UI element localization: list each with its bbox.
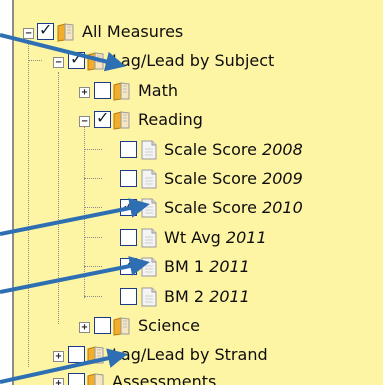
expand-toggle-icon[interactable]: +: [79, 322, 90, 333]
collapse-toggle-icon[interactable]: −: [53, 57, 64, 68]
tree-leaf-scale-score-2009[interactable]: Scale Score 2009: [14, 169, 374, 193]
tree-node-label: Assessments: [112, 372, 217, 385]
checkbox-bm1-2011[interactable]: ✓: [120, 255, 137, 275]
tree-node-lag-lead-by-subject[interactable]: − ✓ Lag/Lead by Subject: [14, 49, 374, 75]
tree-node-all-measures[interactable]: − ✓ All Measures: [14, 20, 374, 46]
checkbox-science[interactable]: [94, 317, 111, 334]
checkbox-math[interactable]: [94, 82, 111, 99]
check-mark-icon: ✓: [39, 20, 53, 39]
checkbox-lag-lead-by-subject[interactable]: ✓: [68, 49, 85, 69]
folder-icon: [57, 23, 74, 42]
document-icon: [141, 287, 157, 307]
tree-leaf-label: BM 1 2011: [164, 257, 250, 276]
checkbox-reading[interactable]: ✓: [94, 108, 111, 128]
tree-node-science[interactable]: + Science: [14, 316, 374, 340]
expand-toggle-icon[interactable]: +: [53, 378, 64, 385]
tree-node-reading[interactable]: − ✓ Reading: [14, 108, 374, 134]
expand-toggle-icon[interactable]: +: [53, 351, 64, 362]
checkbox-scale-score-2010[interactable]: ✓: [120, 196, 137, 216]
checkbox-lag-lead-by-strand[interactable]: [68, 346, 85, 363]
checkbox-scale-score-2009[interactable]: [120, 170, 137, 187]
tree-node-assessments[interactable]: + Assessments: [14, 372, 374, 385]
folder-icon: [113, 317, 130, 336]
folder-icon: [87, 346, 104, 365]
tree-node-label: Math: [138, 81, 179, 100]
document-icon: [141, 140, 157, 160]
tree-leaf-label: BM 2 2011: [164, 287, 250, 306]
checkbox-bm2-2011[interactable]: [120, 288, 137, 305]
folder-icon: [87, 52, 104, 71]
tree-node-label: Lag/Lead by Subject: [112, 51, 275, 70]
tree-node-label: Reading: [138, 110, 203, 129]
document-icon: [141, 228, 157, 248]
check-mark-icon: ✓: [122, 196, 136, 215]
checkbox-wt-avg-2011[interactable]: [120, 229, 137, 246]
measures-tree-panel: − ✓ All Measures − ✓ Lag/Lead by Subject…: [12, 0, 383, 385]
tree-leaf-scale-score-2010[interactable]: ✓ Scale Score 2010: [14, 196, 374, 222]
document-icon: [141, 169, 157, 189]
check-mark-icon: ✓: [70, 49, 84, 68]
document-icon: [141, 198, 157, 218]
tree-node-lag-lead-by-strand[interactable]: + Lag/Lead by Strand: [14, 345, 374, 369]
document-icon: [141, 257, 157, 277]
checkbox-scale-score-2008[interactable]: [120, 141, 137, 158]
check-mark-icon: ✓: [122, 255, 136, 274]
tree-node-math[interactable]: + Math: [14, 81, 374, 105]
checkbox-all-measures[interactable]: ✓: [37, 20, 54, 40]
tree-leaf-label: Scale Score 2009: [164, 169, 303, 188]
checkbox-assessments[interactable]: [68, 373, 85, 385]
tree-leaf-wt-avg-2011[interactable]: Wt Avg 2011: [14, 228, 374, 252]
folder-icon: [113, 111, 130, 130]
tree-leaf-scale-score-2008[interactable]: Scale Score 2008: [14, 140, 374, 164]
tree-node-label: Science: [138, 316, 201, 335]
expand-toggle-icon[interactable]: +: [79, 87, 90, 98]
tree-leaf-label: Scale Score 2010: [164, 198, 303, 217]
tree-leaf-label: Wt Avg 2011: [164, 228, 267, 247]
tree-node-label: Lag/Lead by Strand: [112, 345, 268, 364]
tree-leaf-bm2-2011[interactable]: BM 2 2011: [14, 287, 374, 311]
collapse-toggle-icon[interactable]: −: [23, 28, 34, 39]
folder-icon: [87, 373, 104, 385]
tree-leaf-bm1-2011[interactable]: ✓ BM 1 2011: [14, 255, 374, 281]
folder-icon: [113, 82, 130, 101]
tree-leaf-label: Scale Score 2008: [164, 140, 303, 159]
collapse-toggle-icon[interactable]: −: [79, 116, 90, 127]
tree-node-label: All Measures: [82, 22, 184, 41]
check-mark-icon: ✓: [96, 108, 110, 127]
